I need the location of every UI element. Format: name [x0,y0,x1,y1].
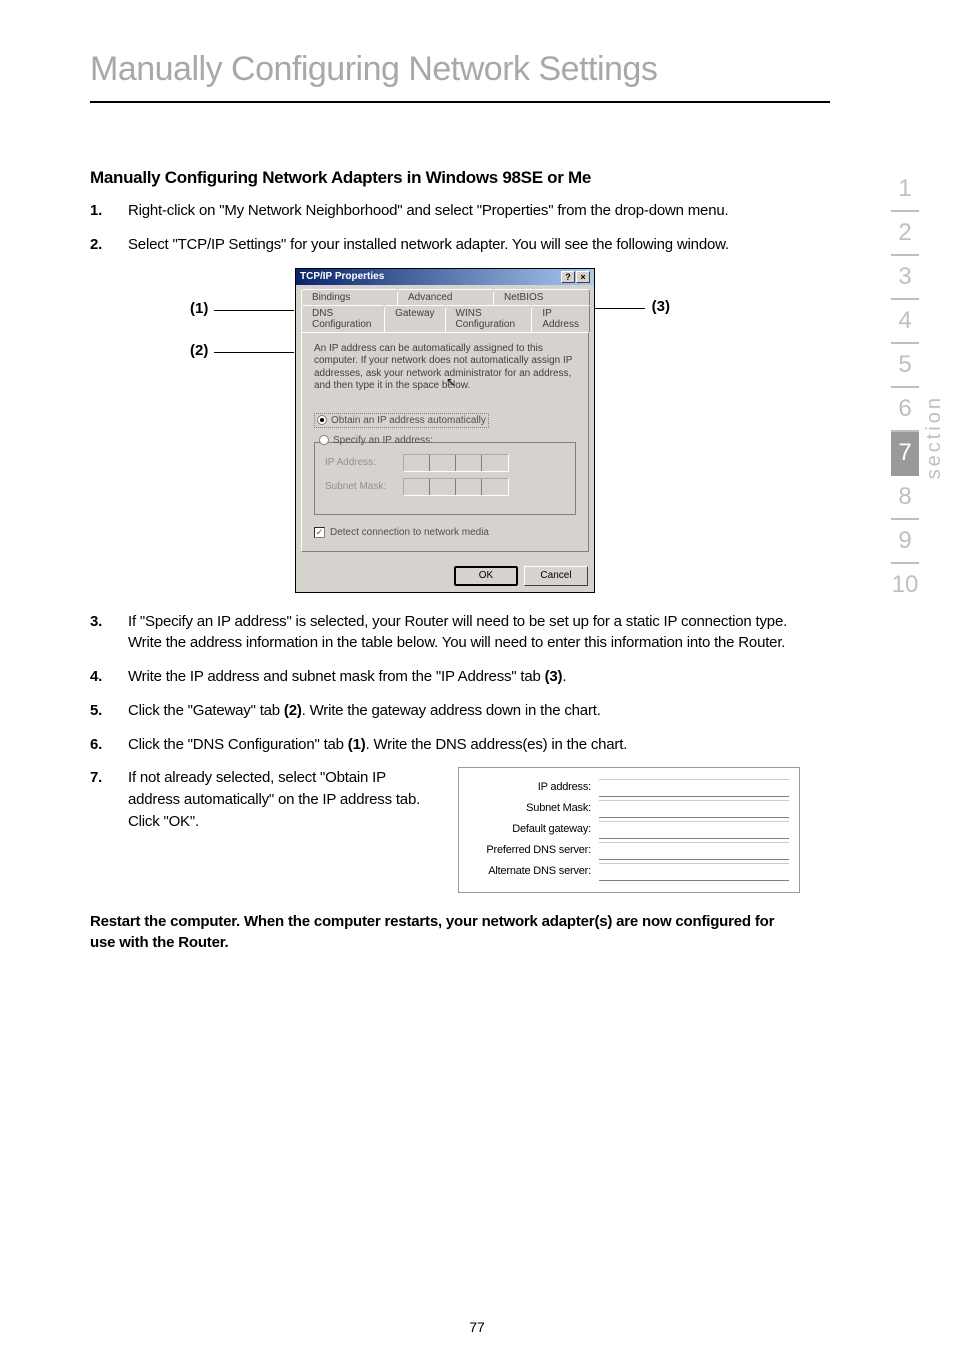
close-icon[interactable]: × [576,271,590,283]
callout-line [214,352,294,353]
step-text: Write the IP address and subnet mask fro… [128,666,800,688]
form-input-subnet[interactable] [599,800,789,818]
step-number: 2. [90,234,128,256]
page-title: Manually Configuring Network Settings [90,50,884,89]
step-number: 5. [90,700,128,722]
tab-dns[interactable]: DNS Configuration [301,305,385,332]
form-label-gateway: Default gateway: [469,822,599,838]
form-input-ip[interactable] [599,779,789,797]
nav-2[interactable]: 2 [891,212,919,256]
tab-panel: An IP address can be automatically assig… [301,332,589,552]
step-2: 2. Select "TCP/IP Settings" for your ins… [90,234,800,256]
tab-ipaddress[interactable]: IP Address [531,305,590,332]
nav-6[interactable]: 6 [891,388,919,432]
nav-9[interactable]: 9 [891,520,919,564]
form-label-ip: IP address: [469,780,599,796]
checkbox-label: Detect connection to network media [330,527,489,538]
subnet-input[interactable] [403,478,509,496]
help-icon[interactable]: ? [561,271,575,283]
step-number: 6. [90,734,128,756]
step-number: 4. [90,666,128,688]
dialog-title: TCP/IP Properties [300,271,384,282]
form-label-subnet: Subnet Mask: [469,801,599,817]
tab-wins[interactable]: WINS Configuration [445,305,533,332]
radio-obtain-auto[interactable]: Obtain an IP address automatically [314,413,489,428]
page-number: 77 [0,1319,954,1335]
form-label-dns1: Preferred DNS server: [469,843,599,859]
callout-line [214,310,294,311]
specify-group: Specify an IP address: IP Address: Subne… [314,442,576,515]
closing-text: Restart the computer. When the computer … [90,911,800,953]
ip-field-row: IP Address: [325,454,565,472]
cursor-icon: ↖ [446,375,456,389]
section-nav: 1 2 3 4 5 6 7 8 9 10 [886,168,924,606]
radio-icon [317,415,327,425]
callout-3: (3) [652,298,670,315]
tcpip-dialog: TCP/IP Properties ? × Bindings Advanced … [295,268,595,593]
section-heading: Manually Configuring Network Adapters in… [90,168,800,188]
step-7: 7. If not already selected, select "Obta… [90,767,800,893]
dialog-info-text: An IP address can be automatically assig… [314,343,576,393]
form-label-dns2: Alternate DNS server: [469,864,599,880]
step-1: 1. Right-click on "My Network Neighborho… [90,200,800,222]
subnet-label: Subnet Mask: [325,481,395,492]
callout-line [590,308,645,309]
ip-input[interactable] [403,454,509,472]
tab-bindings[interactable]: Bindings [301,289,398,305]
radio-icon [319,435,329,445]
step-number: 7. [90,767,128,893]
callout-2: (2) [190,342,208,359]
dialog-titlebar: TCP/IP Properties ? × [296,269,594,285]
tab-advanced[interactable]: Advanced [397,289,494,305]
callout-1: (1) [190,300,208,317]
step-text: If "Specify an IP address" is selected, … [128,611,800,655]
checkbox-icon: ✓ [314,527,325,538]
nav-8[interactable]: 8 [891,476,919,520]
step-text: Click the "Gateway" tab (2). Write the g… [128,700,800,722]
step-text: Click the "DNS Configuration" tab (1). W… [128,734,800,756]
step-text: Select "TCP/IP Settings" for your instal… [128,234,800,256]
step-6: 6. Click the "DNS Configuration" tab (1)… [90,734,800,756]
step-4: 4. Write the IP address and subnet mask … [90,666,800,688]
cancel-button[interactable]: Cancel [524,566,588,586]
step-3: 3. If "Specify an IP address" is selecte… [90,611,800,655]
radio-label: Obtain an IP address automatically [331,415,486,426]
tab-netbios[interactable]: NetBIOS [493,289,590,305]
radio-label: Specify an IP address: [333,435,433,446]
step-text: Right-click on "My Network Neighborhood"… [128,200,800,222]
form-input-dns2[interactable] [599,863,789,881]
address-form: IP address: Subnet Mask: Default gateway… [458,767,800,893]
nav-5[interactable]: 5 [891,344,919,388]
ip-label: IP Address: [325,457,395,468]
nav-10[interactable]: 10 [891,564,919,606]
radio-specify[interactable]: Specify an IP address: [319,435,565,446]
tab-gateway[interactable]: Gateway [384,305,445,332]
nav-3[interactable]: 3 [891,256,919,300]
step-text: If not already selected, select "Obtain … [128,767,428,893]
step-5: 5. Click the "Gateway" tab (2). Write th… [90,700,800,722]
form-input-dns1[interactable] [599,842,789,860]
nav-1[interactable]: 1 [891,168,919,212]
step-number: 3. [90,611,128,655]
nav-7[interactable]: 7 [891,432,919,476]
title-rule [90,101,830,103]
section-vertical-label: section [923,395,946,479]
ok-button[interactable]: OK [454,566,518,586]
step-number: 1. [90,200,128,222]
form-input-gateway[interactable] [599,821,789,839]
subnet-field-row: Subnet Mask: [325,478,565,496]
dialog-figure: (1) (2) (3) TCP/IP Properties ? × Bindin… [90,268,800,593]
detect-checkbox-row[interactable]: ✓ Detect connection to network media [314,527,576,538]
nav-4[interactable]: 4 [891,300,919,344]
